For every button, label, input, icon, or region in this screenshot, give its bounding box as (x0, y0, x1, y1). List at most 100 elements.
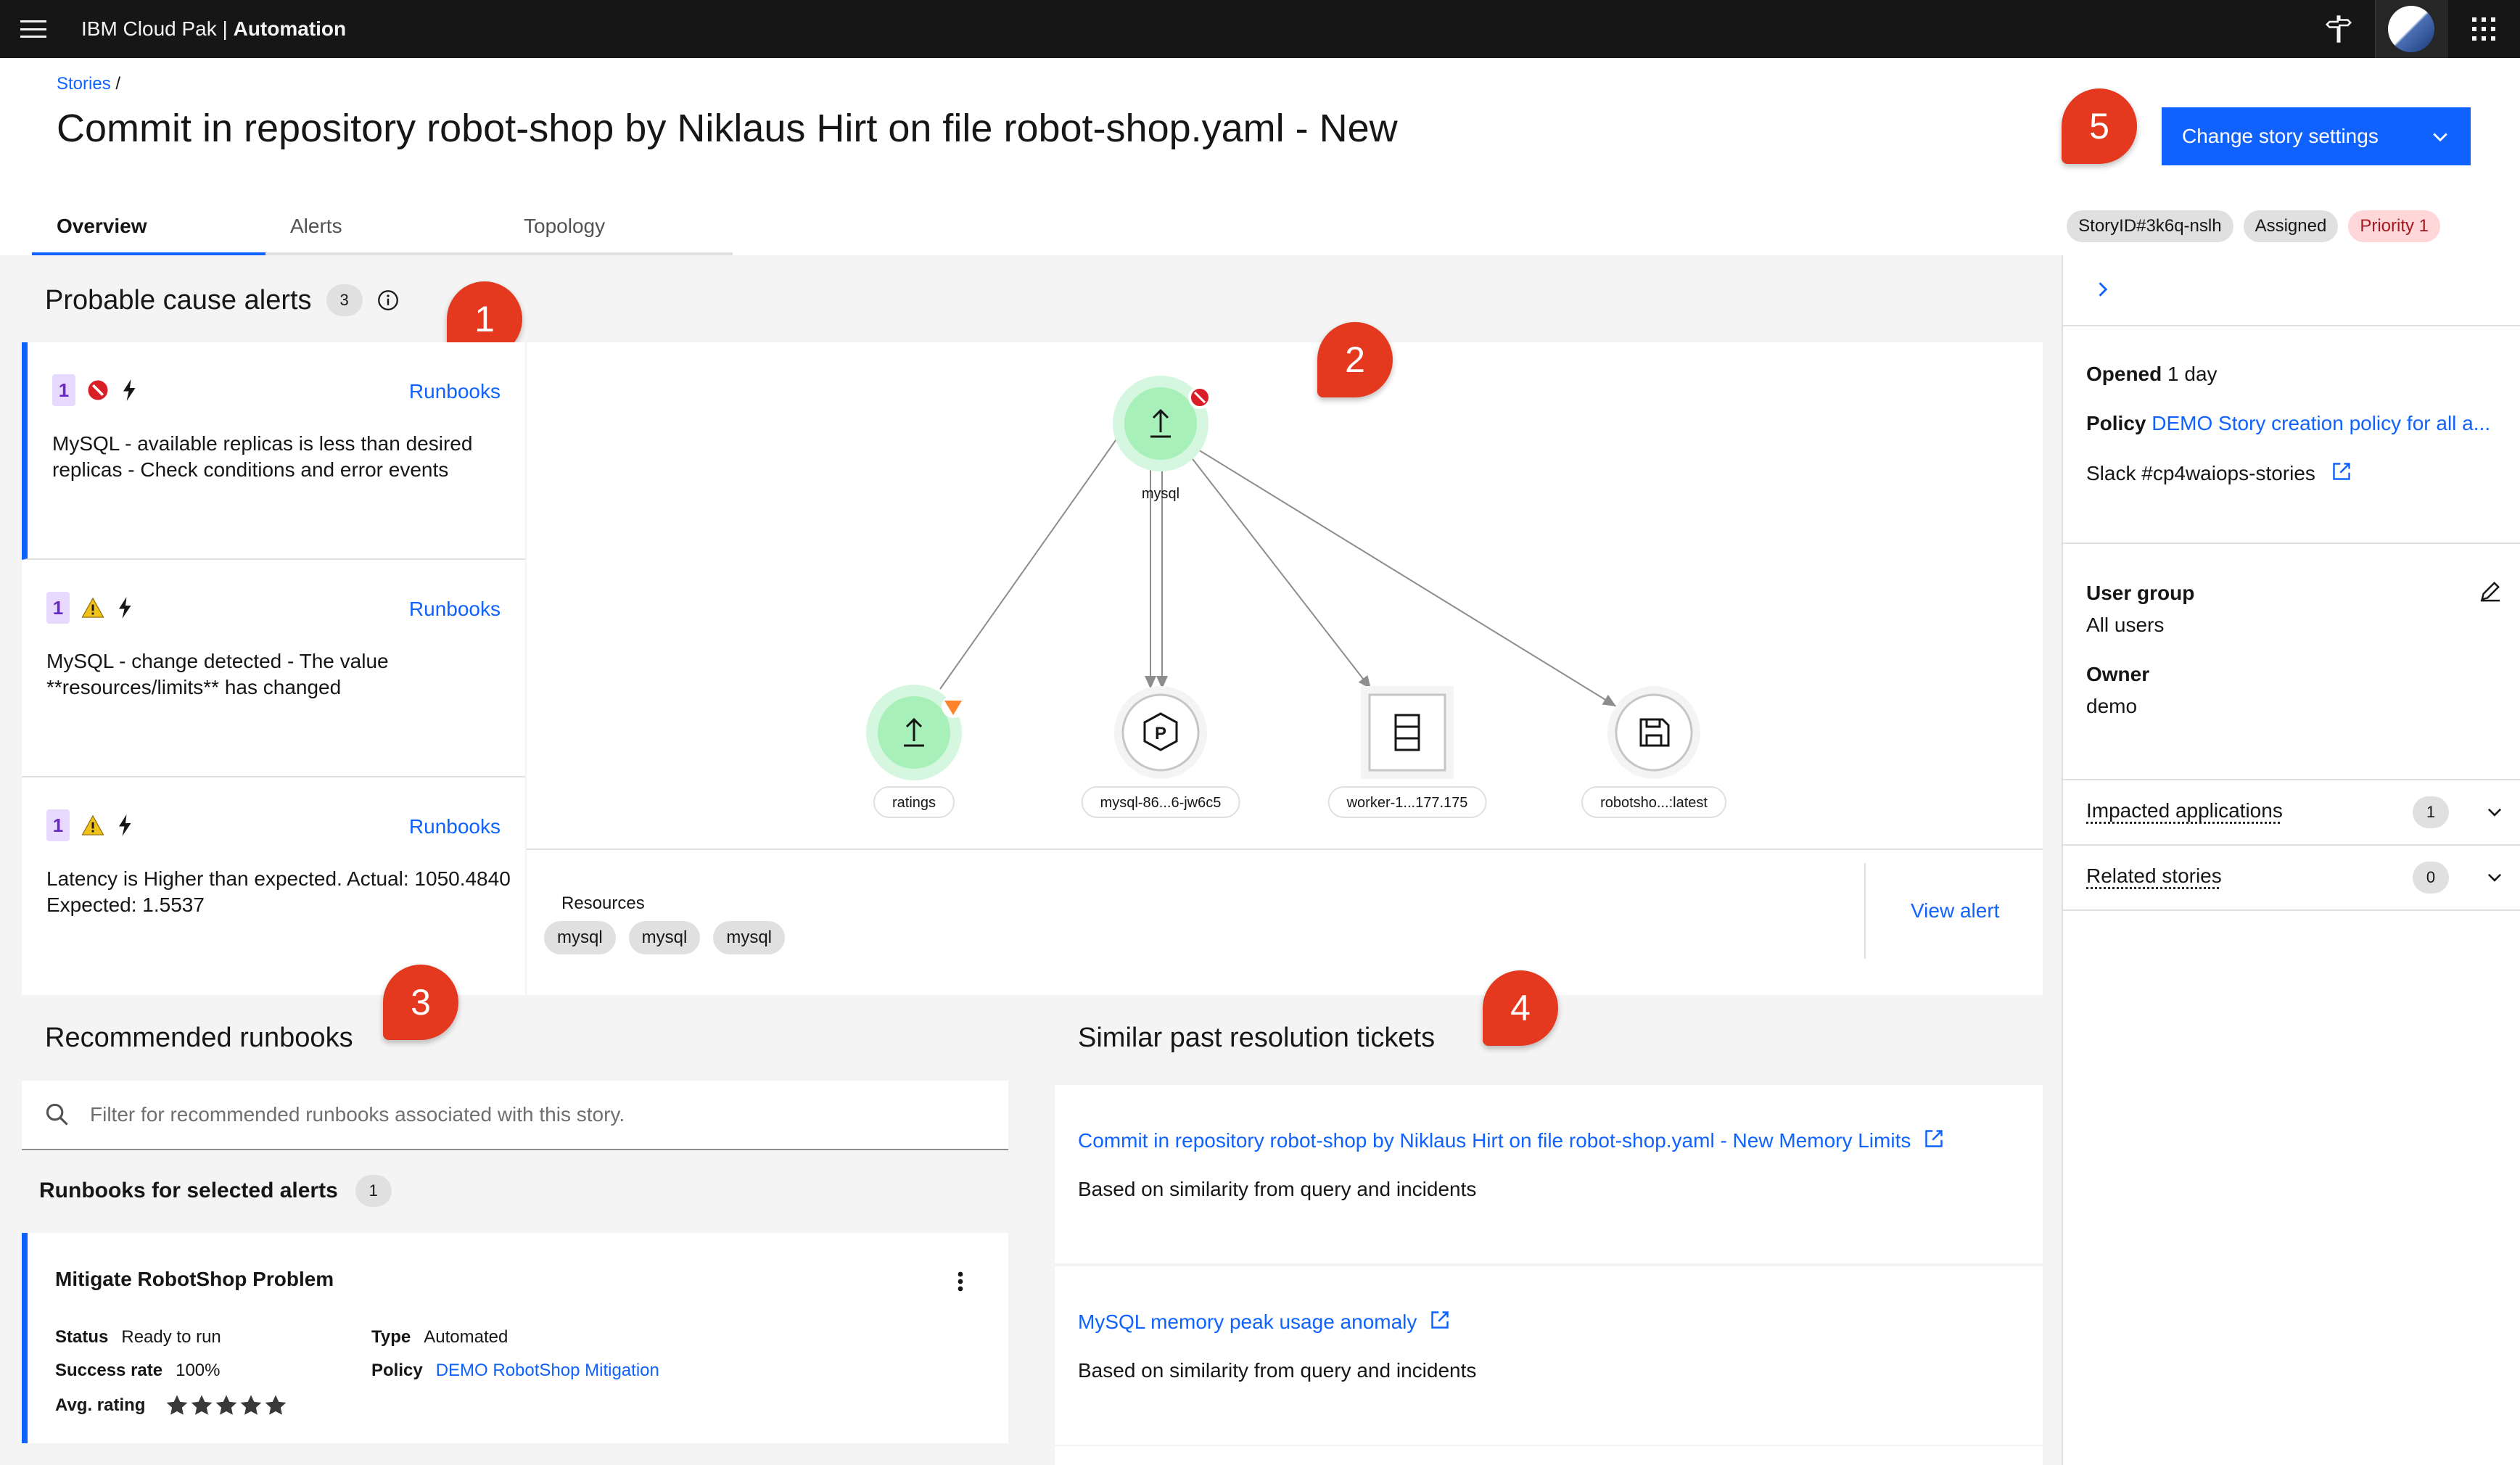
ticket-card: MySQL memory peak usage anomaly Based on… (1055, 1266, 2043, 1445)
runbooks-link[interactable]: Runbooks (409, 380, 501, 403)
external-link-icon (1431, 1311, 1449, 1329)
external-link-icon (1925, 1130, 1943, 1147)
star-icon (241, 1395, 262, 1415)
alert-card[interactable]: 1 Runbooks MySQL - available replicas is… (22, 342, 525, 560)
user-group-label: User group (2086, 582, 2195, 604)
alert-description: MySQL - available replicas is less than … (52, 432, 473, 481)
policy-link[interactable]: DEMO RobotShop Mitigation (436, 1361, 659, 1380)
page-title: Commit in repository robot-shop by Nikla… (57, 107, 1398, 150)
story-id-tag: StoryID#3k6q-nslh (2067, 210, 2233, 242)
resources-list: mysql mysql mysql (544, 921, 786, 954)
lightning-icon (123, 379, 136, 401)
probable-cause-header: Probable cause alerts 3 (45, 284, 399, 316)
node-image[interactable] (1607, 686, 1700, 779)
signpost-icon (2325, 15, 2352, 43)
rating-stars (165, 1394, 287, 1417)
success-rate-value: 100% (176, 1361, 221, 1380)
story-policy-link[interactable]: DEMO Story creation policy for all a... (2152, 412, 2490, 434)
slack-link[interactable]: Slack #cp4waiops-stories (2086, 461, 2352, 485)
edit-icon[interactable] (2479, 580, 2501, 602)
tab-alerts[interactable]: Alerts (265, 200, 499, 255)
related-stories-count: 0 (2413, 862, 2449, 894)
ticket-link[interactable]: MySQL memory peak usage anomaly (1078, 1310, 1450, 1334)
node-label-ratings: ratings (873, 786, 955, 818)
resource-tag: mysql (713, 921, 786, 954)
node-worker[interactable] (1361, 686, 1454, 779)
overflow-menu-icon[interactable] (956, 1271, 965, 1292)
policy-row: Policy DEMO Story creation policy for al… (2086, 412, 2490, 435)
callout-4: 4 (1483, 970, 1558, 1046)
app-switcher-icon (2472, 17, 2495, 41)
ticket-title: MySQL memory peak usage anomaly (1078, 1311, 1417, 1333)
runbook-search-box[interactable] (22, 1081, 1008, 1150)
topology-graph[interactable]: P (527, 342, 2043, 850)
status-label: Status (55, 1327, 109, 1347)
runbook-search-input[interactable] (90, 1103, 960, 1126)
runbook-success-rate: Success rate 100% (55, 1361, 221, 1381)
impacted-applications-row[interactable]: Impacted applications 1 (2063, 780, 2520, 844)
info-icon[interactable] (377, 289, 399, 311)
external-link-icon (2332, 463, 2350, 480)
hamburger-menu-icon[interactable] (20, 16, 46, 42)
star-icon (216, 1395, 237, 1415)
runbooks-link[interactable]: Runbooks (409, 598, 501, 621)
node-label-mysql: mysql (1141, 486, 1180, 502)
impacted-applications-count: 1 (2413, 796, 2449, 828)
opened-value: 1 day (2167, 363, 2218, 385)
user-group-value: All users (2086, 614, 2165, 636)
signpost-button[interactable] (2302, 0, 2375, 58)
star-icon (192, 1395, 213, 1415)
alert-card[interactable]: 1 Runbooks Latency is Higher than expect… (22, 777, 525, 995)
svg-text:P: P (1155, 724, 1166, 743)
brand-prefix: IBM Cloud Pak (81, 17, 217, 40)
ticket-title: Commit in repository robot-shop by Nikla… (1078, 1129, 1911, 1152)
panel-divider (2063, 325, 2520, 326)
star-icon (167, 1395, 188, 1415)
ticket-link[interactable]: Commit in repository robot-shop by Nikla… (1078, 1128, 1944, 1152)
similar-tickets-title: Similar past resolution tickets (1078, 1023, 1436, 1053)
node-mysql[interactable] (1113, 376, 1211, 471)
chevron-right-icon[interactable] (2092, 278, 2112, 300)
lightning-icon (119, 814, 131, 836)
node-pod[interactable]: P (1114, 686, 1207, 779)
critical-severity-icon (88, 380, 108, 400)
callout-2: 2 (1317, 322, 1393, 397)
brand-product: Automation (233, 17, 347, 40)
resources-label: Resources (561, 894, 645, 913)
runbook-card[interactable]: Mitigate RobotShop Problem Status Ready t… (22, 1233, 1008, 1443)
breadcrumb: Stories / (57, 74, 120, 94)
change-story-settings-button[interactable]: Change story settings (2162, 107, 2471, 165)
type-value: Automated (424, 1327, 508, 1347)
tab-overview[interactable]: Overview (32, 200, 265, 255)
slack-link-text: Slack #cp4waiops-stories (2086, 462, 2315, 484)
panel-divider (2063, 542, 2520, 544)
product-brand[interactable]: IBM Cloud Pak | Automation (81, 10, 346, 48)
runbook-policy: Policy DEMO RobotShop Mitigation (371, 1361, 659, 1381)
chevron-down-icon (2487, 808, 2502, 817)
related-stories-row[interactable]: Related stories 0 (2063, 846, 2520, 909)
chevron-down-icon (2433, 133, 2447, 142)
topology-divider (527, 849, 2043, 850)
view-alert-link[interactable]: View alert (1911, 899, 1999, 923)
ticket-subtitle: Based on similarity from query and incid… (1078, 1359, 1477, 1382)
runbooks-link[interactable]: Runbooks (409, 815, 501, 838)
tab-topology[interactable]: Topology (499, 200, 733, 255)
app-switcher-button[interactable] (2447, 0, 2520, 58)
avg-rating-label: Avg. rating (55, 1395, 146, 1415)
story-tags: StoryID#3k6q-nslh Assigned Priority 1 (2067, 210, 2440, 242)
resource-tag: mysql (544, 921, 616, 954)
type-label: Type (371, 1327, 411, 1347)
priority-badge: 1 (46, 592, 70, 624)
warning-severity-icon (81, 597, 104, 618)
node-label-image: robotsho...:latest (1581, 786, 1726, 818)
user-avatar-button[interactable] (2375, 0, 2447, 58)
breadcrumb-stories[interactable]: Stories (57, 74, 111, 94)
priority-badge: 1 (46, 809, 70, 841)
node-ratings[interactable] (866, 685, 965, 780)
ticket-card (1055, 1446, 2043, 1465)
opened-row: Opened 1 day (2086, 363, 2218, 386)
callout-5: 5 (2062, 88, 2137, 164)
runbook-type: Type Automated (371, 1327, 508, 1348)
alert-card[interactable]: 1 Runbooks MySQL - change detected - The… (22, 560, 525, 777)
avatar (2388, 6, 2434, 52)
